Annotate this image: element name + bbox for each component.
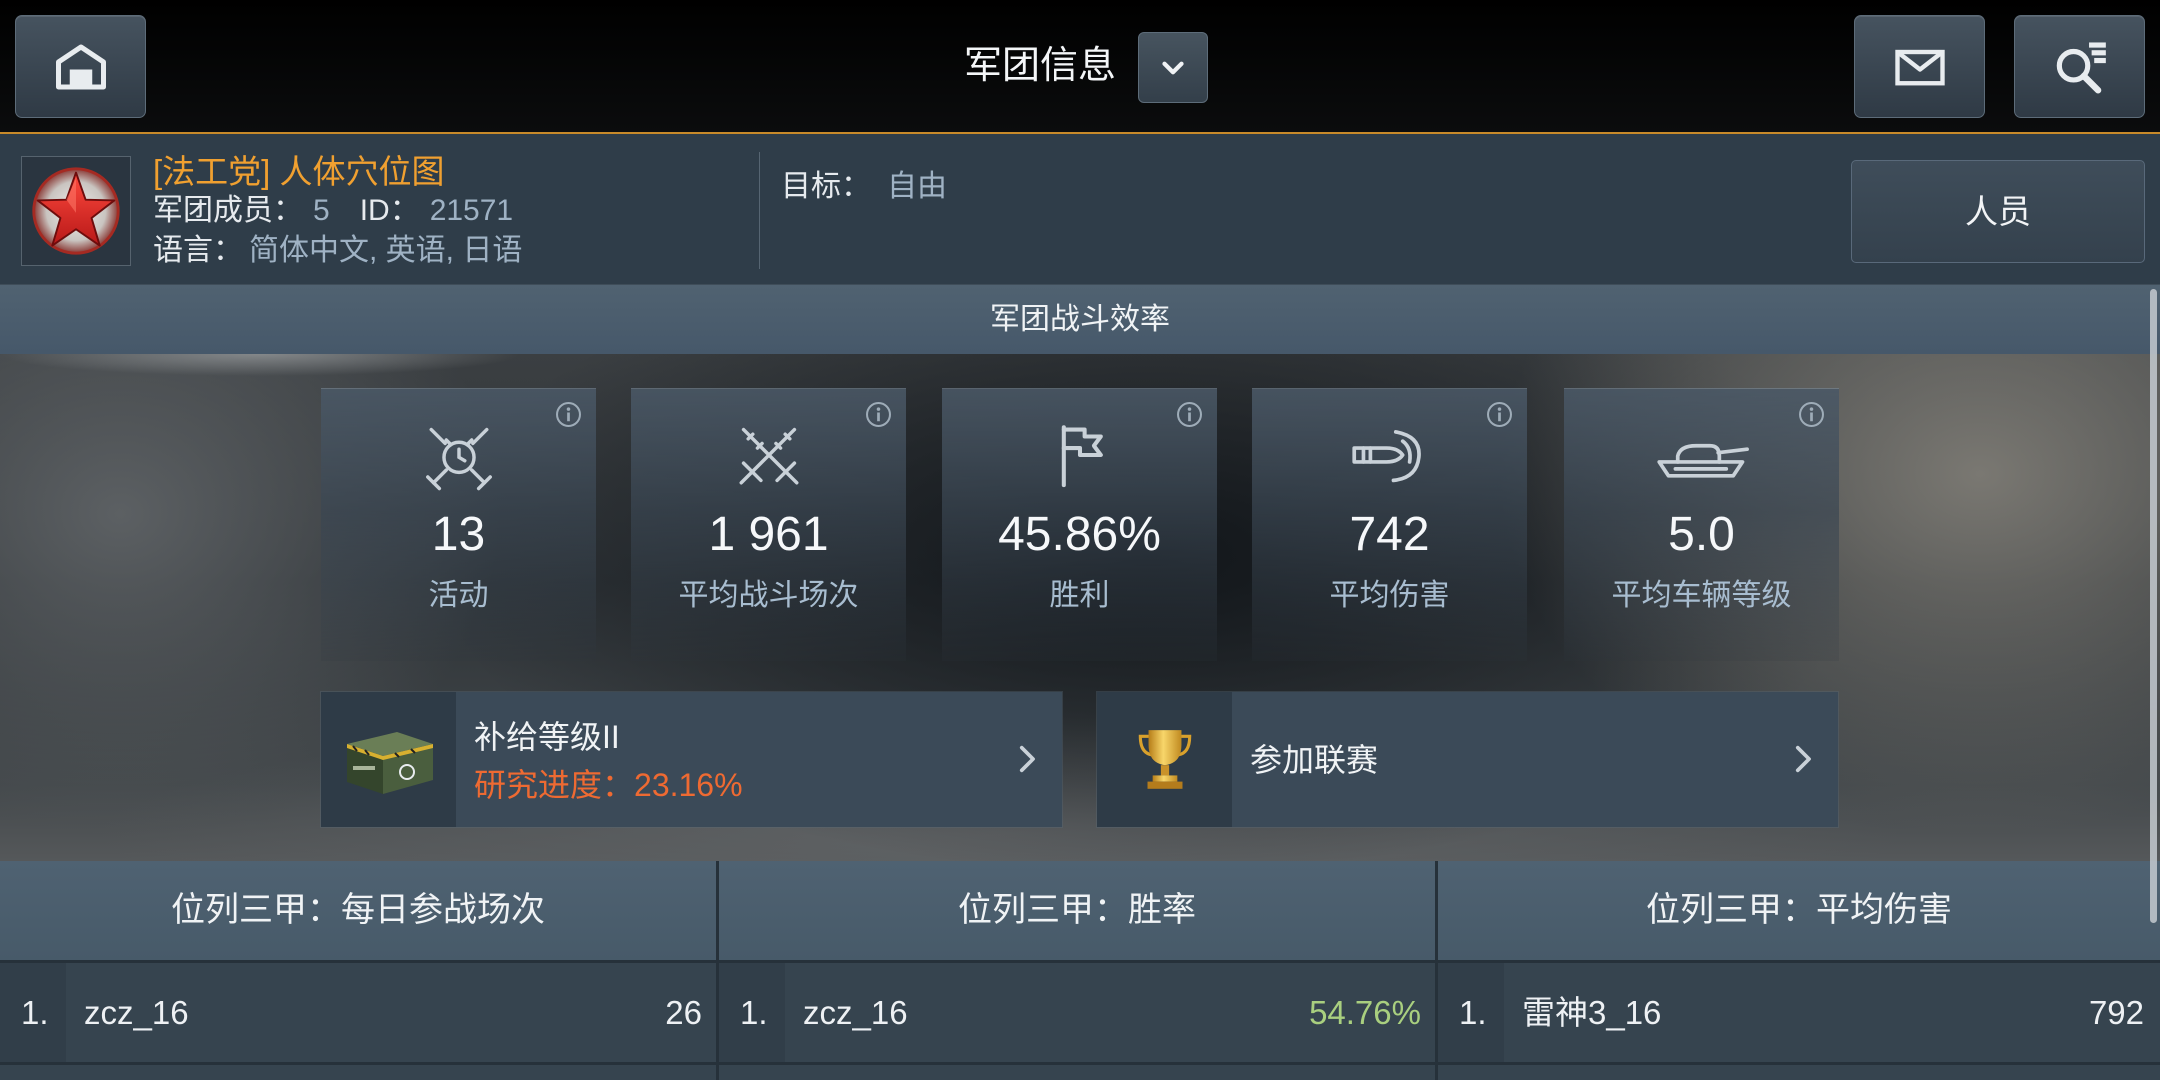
crossed-swords-icon <box>739 427 798 485</box>
chevron-right-icon <box>1795 745 1811 773</box>
goal-value: 自由 <box>887 170 947 203</box>
search-button[interactable] <box>2014 15 2145 118</box>
supply-icon-cell <box>321 692 456 827</box>
supply-progress: 研究进度：23.16% <box>474 762 743 808</box>
home-button[interactable] <box>15 15 146 118</box>
stat-card-wins: 45.86% 胜利 <box>942 388 1217 661</box>
tank-icon <box>1656 443 1749 478</box>
clan-members-line: 军团成员： 5 ID： 21571 <box>153 191 513 231</box>
stat-label: 活动 <box>428 579 489 612</box>
progress-value: 23.16% <box>634 767 743 803</box>
top3-daily-battles-column: 位列三甲：每日参战场次 1. zcz_16 26 <box>0 861 716 1080</box>
stat-label: 胜利 <box>1049 579 1110 612</box>
player-name: zcz_16 <box>84 994 189 1031</box>
members-button[interactable]: 人员 <box>1851 160 2145 263</box>
search-icon <box>2056 41 2106 93</box>
progress-label: 研究进度： <box>474 767 635 803</box>
mail-icon <box>1894 49 1945 85</box>
stat-card-avg-damage: 742 平均伤害 <box>1252 388 1527 661</box>
stat-label: 平均战斗场次 <box>678 579 859 612</box>
rank: 1. <box>1459 994 1487 1031</box>
mail-button[interactable] <box>1854 15 1985 118</box>
languages-label: 语言： <box>153 234 243 267</box>
stat-value: 54.76% <box>1309 994 1421 1031</box>
red-star-emblem-icon <box>32 167 120 255</box>
clan-id-label: ID： <box>359 194 420 227</box>
table-row[interactable]: 1. zcz_16 54.76% <box>719 963 1435 1062</box>
members-count: 5 <box>313 194 330 227</box>
clan-languages-line: 语言： 简体中文, 英语, 日语 <box>153 231 522 271</box>
scrollbar[interactable] <box>2150 289 2157 923</box>
top-bar: 军团信息 <box>0 0 2160 134</box>
chevron-down-icon <box>1162 61 1184 74</box>
supply-level-title: 补给等级II <box>474 719 620 755</box>
join-league-title: 参加联赛 <box>1250 742 1379 778</box>
clan-goal: 目标： 自由 <box>781 167 947 207</box>
flag-icon <box>1061 425 1103 488</box>
clan-id-value: 21571 <box>429 194 514 227</box>
rank: 1. <box>21 994 49 1031</box>
stat-value: 742 <box>1349 508 1430 561</box>
goal-label: 目标： <box>781 170 871 203</box>
stat-value: 1 961 <box>708 508 829 561</box>
table-row <box>0 1065 716 1080</box>
join-league-banner[interactable]: 参加联赛 <box>1097 692 1838 827</box>
clan-emblem <box>21 156 131 266</box>
page-title: 军团信息 <box>963 45 1116 87</box>
clan-info-panel: [法工党] 人体穴位图 军团成员： 5 ID： 21571 语言： 简体中文, 英语, … <box>0 134 2160 285</box>
languages-value: 简体中文, 英语, 日语 <box>249 234 523 267</box>
table-row <box>719 1065 1435 1080</box>
table-row[interactable]: 1. zcz_16 26 <box>0 963 716 1062</box>
rank: 1. <box>740 994 768 1031</box>
supply-level-banner[interactable]: 补给等级II 研究进度：23.16% <box>321 692 1062 827</box>
player-name: zcz_16 <box>803 994 908 1031</box>
title-dropdown-button[interactable] <box>1138 32 1208 103</box>
chevron-right-icon <box>1019 745 1035 773</box>
league-icon-cell <box>1097 692 1232 827</box>
top3-avg-damage-column: 位列三甲：平均伤害 1. 雷神3_16 792 <box>1438 861 2160 1080</box>
column-header: 位列三甲：平均伤害 <box>1438 861 2160 960</box>
clan-name: [法工党] 人体穴位图 <box>153 153 445 190</box>
player-name: 雷神3_16 <box>1522 994 1662 1031</box>
stat-label: 平均车辆等级 <box>1611 579 1792 612</box>
stat-value: 13 <box>431 508 486 561</box>
stat-card-activity: 13 活动 <box>321 388 596 661</box>
top3-table: 位列三甲：每日参战场次 1. zcz_16 26 位列三甲：胜率 1. zcz_… <box>0 861 2160 1080</box>
members-label: 军团成员： <box>153 194 303 227</box>
column-header: 位列三甲：每日参战场次 <box>0 861 716 960</box>
table-row[interactable]: 1. 雷神3_16 792 <box>1438 963 2160 1062</box>
stat-value: 26 <box>665 994 702 1031</box>
stat-value: 792 <box>2088 994 2144 1031</box>
column-header: 位列三甲：胜率 <box>719 861 1435 960</box>
trophy-icon <box>1138 729 1191 789</box>
stat-card-avg-tier: 5.0 平均车辆等级 <box>1564 388 1839 661</box>
section-title: 军团战斗效率 <box>0 285 2160 354</box>
stat-value: 45.86% <box>998 508 1161 561</box>
top3-win-rate-column: 位列三甲：胜率 1. zcz_16 54.76% <box>719 861 1435 1080</box>
stat-card-avg-battles: 1 961 平均战斗场次 <box>631 388 906 661</box>
home-icon <box>55 44 106 89</box>
activity-icon <box>425 427 492 491</box>
stat-label: 平均伤害 <box>1329 579 1450 612</box>
supply-crate-icon <box>346 731 433 794</box>
table-row <box>1438 1065 2160 1080</box>
shell-icon <box>1351 430 1421 483</box>
stat-value: 5.0 <box>1668 508 1735 561</box>
vertical-divider <box>759 152 760 269</box>
